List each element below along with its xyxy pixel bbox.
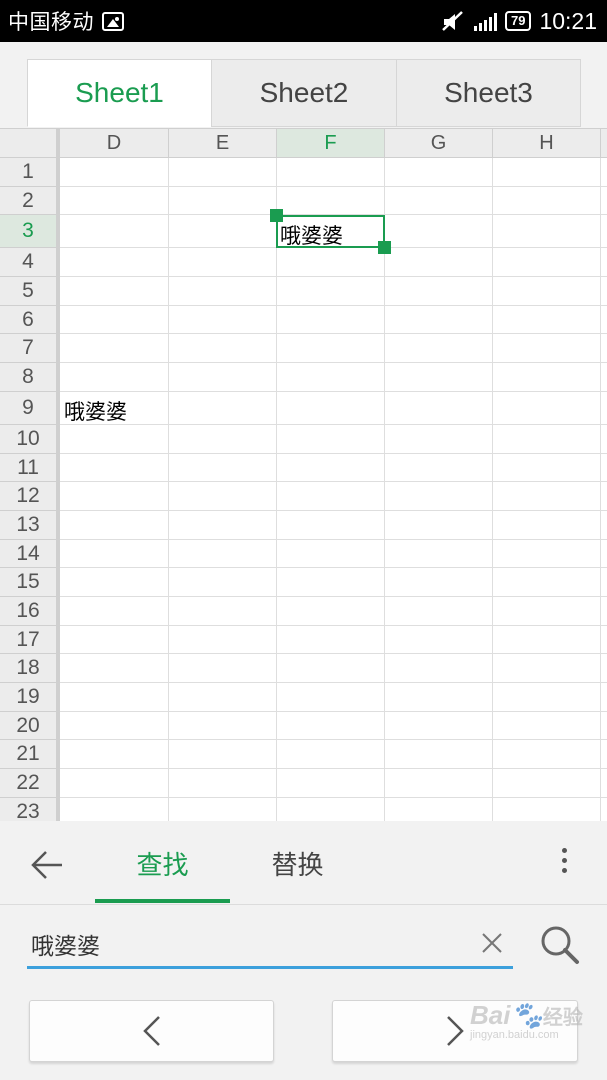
row-header-18[interactable]: 18 [0, 654, 56, 683]
row-header-19[interactable]: 19 [0, 683, 56, 712]
status-bar: 中国移动 79 10:21 [0, 0, 607, 42]
find-bar: 查找 替换 [0, 821, 607, 905]
column-header-g[interactable]: G [385, 129, 493, 158]
chevron-left-icon [142, 1016, 160, 1046]
selection-handle-top-left[interactable] [270, 209, 283, 222]
row-header-12[interactable]: 12 [0, 482, 56, 511]
previous-result-button[interactable] [29, 1000, 274, 1062]
gridline [60, 567, 607, 568]
gridline [492, 158, 493, 821]
gridline [60, 682, 607, 683]
signal-icon [473, 11, 497, 31]
row-header-6[interactable]: 6 [0, 306, 56, 334]
gridline [60, 625, 607, 626]
clock: 10:21 [539, 7, 597, 34]
spreadsheet-grid[interactable]: D E F G H 1 2 3 4 5 6 7 8 9 10 11 12 13 … [0, 128, 607, 821]
tab-find[interactable]: 查找 [95, 821, 230, 905]
status-right: 79 10:21 [440, 8, 597, 35]
chevron-right-icon [447, 1016, 464, 1046]
selection-handle-bottom-right[interactable] [378, 241, 391, 254]
image-notification-icon [102, 11, 124, 31]
sheet-tabs: Sheet1 Sheet2 Sheet3 [0, 42, 607, 128]
row-header-13[interactable]: 13 [0, 511, 56, 540]
row-header-8[interactable]: 8 [0, 363, 56, 392]
row-header-11[interactable]: 11 [0, 454, 56, 482]
tab-sheet1[interactable]: Sheet1 [27, 59, 212, 127]
gridline [60, 186, 607, 187]
gridline [168, 158, 169, 821]
row-header-separator [56, 158, 60, 821]
gridline [60, 797, 607, 798]
cell-selection [276, 215, 385, 248]
row-header-10[interactable]: 10 [0, 425, 56, 454]
gridline [60, 391, 607, 392]
cell-d9[interactable]: 哦婆婆 [64, 396, 127, 426]
tab-sheet3[interactable]: Sheet3 [396, 59, 581, 127]
tab-replace[interactable]: 替换 [230, 821, 365, 905]
gridline [60, 333, 607, 334]
column-header-h[interactable]: H [493, 129, 601, 158]
row-header-2[interactable]: 2 [0, 187, 56, 215]
gridline [60, 539, 607, 540]
status-left: 中国移动 [8, 6, 124, 36]
row-header-17[interactable]: 17 [0, 626, 56, 654]
select-all-corner[interactable] [0, 129, 60, 158]
gridline [60, 305, 607, 306]
column-header-next[interactable] [601, 129, 607, 158]
tab-sheet2[interactable]: Sheet2 [211, 59, 397, 127]
gridline [60, 711, 607, 712]
gridline [60, 453, 607, 454]
column-header-f[interactable]: F [277, 129, 385, 158]
gridline [60, 362, 607, 363]
gridline [60, 768, 607, 769]
gridline [60, 653, 607, 654]
carrier-name: 中国移动 [8, 10, 94, 34]
row-header-3[interactable]: 3 [0, 215, 56, 248]
gridline [60, 739, 607, 740]
gridline [384, 158, 385, 821]
clear-icon[interactable] [478, 929, 506, 957]
row-header-23[interactable]: 23 [0, 798, 56, 821]
row-header-4[interactable]: 4 [0, 248, 56, 277]
search-area: 哦婆婆 [0, 905, 607, 1080]
gridline [276, 158, 277, 821]
row-header-16[interactable]: 16 [0, 597, 56, 626]
gridline [60, 481, 607, 482]
row-header-21[interactable]: 21 [0, 740, 56, 769]
gridline [60, 276, 607, 277]
gridline [60, 510, 607, 511]
mute-icon [442, 11, 463, 31]
row-header-9[interactable]: 9 [0, 392, 56, 425]
battery-icon: 79 [504, 11, 532, 31]
row-header-22[interactable]: 22 [0, 769, 56, 798]
back-arrow-icon[interactable] [28, 845, 68, 885]
row-header-5[interactable]: 5 [0, 277, 56, 306]
row-header-14[interactable]: 14 [0, 540, 56, 568]
search-input[interactable]: 哦婆婆 [27, 921, 513, 969]
column-header-e[interactable]: E [169, 129, 277, 158]
row-header-1[interactable]: 1 [0, 158, 56, 187]
next-result-button[interactable] [332, 1000, 578, 1062]
more-options-icon[interactable] [552, 843, 576, 883]
search-icon[interactable] [538, 923, 582, 967]
gridline [60, 596, 607, 597]
row-header-7[interactable]: 7 [0, 334, 56, 363]
row-header-20[interactable]: 20 [0, 712, 56, 740]
gridline [60, 424, 607, 425]
row-header-15[interactable]: 15 [0, 568, 56, 597]
column-header-d[interactable]: D [60, 129, 169, 158]
gridline [600, 158, 601, 821]
